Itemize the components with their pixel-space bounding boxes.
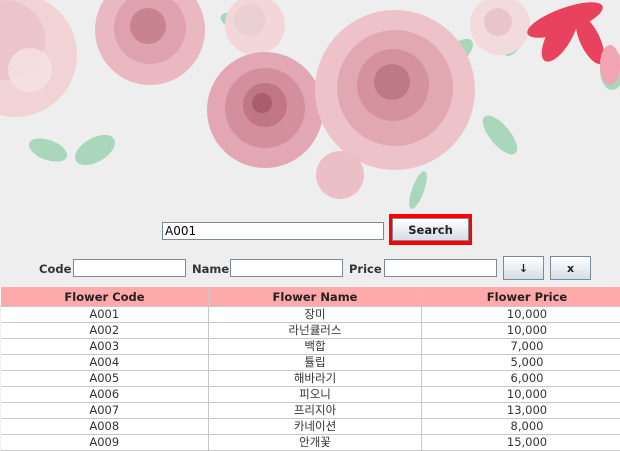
price-label: Price bbox=[349, 262, 382, 276]
flower-name-cell[interactable]: 프리지아 bbox=[209, 403, 422, 419]
flower-price-cell[interactable]: 15,000 bbox=[422, 435, 620, 451]
table-row[interactable]: A001장미10,000 bbox=[1, 307, 620, 323]
flower-code-cell[interactable]: A007 bbox=[1, 403, 209, 419]
flower-name-cell[interactable]: 라넌큘러스 bbox=[209, 323, 422, 339]
flower-price-cell[interactable]: 10,000 bbox=[422, 307, 620, 323]
price-field[interactable] bbox=[384, 259, 497, 277]
table-row[interactable]: A005해바라기6,000 bbox=[1, 371, 620, 387]
name-label: Name bbox=[192, 262, 229, 276]
column-header-flower-code[interactable]: Flower Code bbox=[1, 287, 209, 307]
table-row[interactable]: A004튤립5,000 bbox=[1, 355, 620, 371]
code-field[interactable] bbox=[73, 259, 186, 277]
flower-price-cell[interactable]: 7,000 bbox=[422, 339, 620, 355]
flower-name-cell[interactable]: 피오니 bbox=[209, 387, 422, 403]
flower-price-cell[interactable]: 8,000 bbox=[422, 419, 620, 435]
flower-code-cell[interactable]: A001 bbox=[1, 307, 209, 323]
flower-price-cell[interactable]: 10,000 bbox=[422, 323, 620, 339]
table-row[interactable]: A002라넌큘러스10,000 bbox=[1, 323, 620, 339]
flower-name-cell[interactable]: 해바라기 bbox=[209, 371, 422, 387]
flower-price-cell[interactable]: 6,000 bbox=[422, 371, 620, 387]
flower-name-cell[interactable]: 안개꽃 bbox=[209, 435, 422, 451]
table-row[interactable]: A007프리지아13,000 bbox=[1, 403, 620, 419]
table-row[interactable]: A006피오니10,000 bbox=[1, 387, 620, 403]
flower-code-cell[interactable]: A003 bbox=[1, 339, 209, 355]
flower-table: Flower Code Flower Name Flower Price A00… bbox=[0, 287, 620, 451]
flower-price-cell[interactable]: 10,000 bbox=[422, 387, 620, 403]
table-row[interactable]: A009안개꽃15,000 bbox=[1, 435, 620, 451]
search-input[interactable] bbox=[162, 222, 384, 240]
table-row[interactable]: A008카네이션8,000 bbox=[1, 419, 620, 435]
clear-button[interactable]: x bbox=[550, 256, 591, 280]
column-header-flower-name[interactable]: Flower Name bbox=[209, 287, 422, 307]
flower-code-cell[interactable]: A005 bbox=[1, 371, 209, 387]
add-row-button[interactable]: ↓ bbox=[503, 256, 544, 280]
flower-code-cell[interactable]: A009 bbox=[1, 435, 209, 451]
flower-name-cell[interactable]: 장미 bbox=[209, 307, 422, 323]
search-button[interactable]: Search bbox=[392, 218, 469, 241]
table-header-row: Flower Code Flower Name Flower Price bbox=[1, 287, 620, 307]
code-label: Code bbox=[39, 262, 71, 276]
name-field[interactable] bbox=[230, 259, 343, 277]
flower-code-cell[interactable]: A004 bbox=[1, 355, 209, 371]
flower-price-cell[interactable]: 13,000 bbox=[422, 403, 620, 419]
flower-name-cell[interactable]: 카네이션 bbox=[209, 419, 422, 435]
flower-code-cell[interactable]: A006 bbox=[1, 387, 209, 403]
flower-code-cell[interactable]: A008 bbox=[1, 419, 209, 435]
flower-name-cell[interactable]: 백합 bbox=[209, 339, 422, 355]
column-header-flower-price[interactable]: Flower Price bbox=[422, 287, 620, 307]
table-row[interactable]: A003백합7,000 bbox=[1, 339, 620, 355]
floral-banner-image bbox=[0, 0, 620, 215]
flower-code-cell[interactable]: A002 bbox=[1, 323, 209, 339]
flower-name-cell[interactable]: 튤립 bbox=[209, 355, 422, 371]
flower-price-cell[interactable]: 5,000 bbox=[422, 355, 620, 371]
